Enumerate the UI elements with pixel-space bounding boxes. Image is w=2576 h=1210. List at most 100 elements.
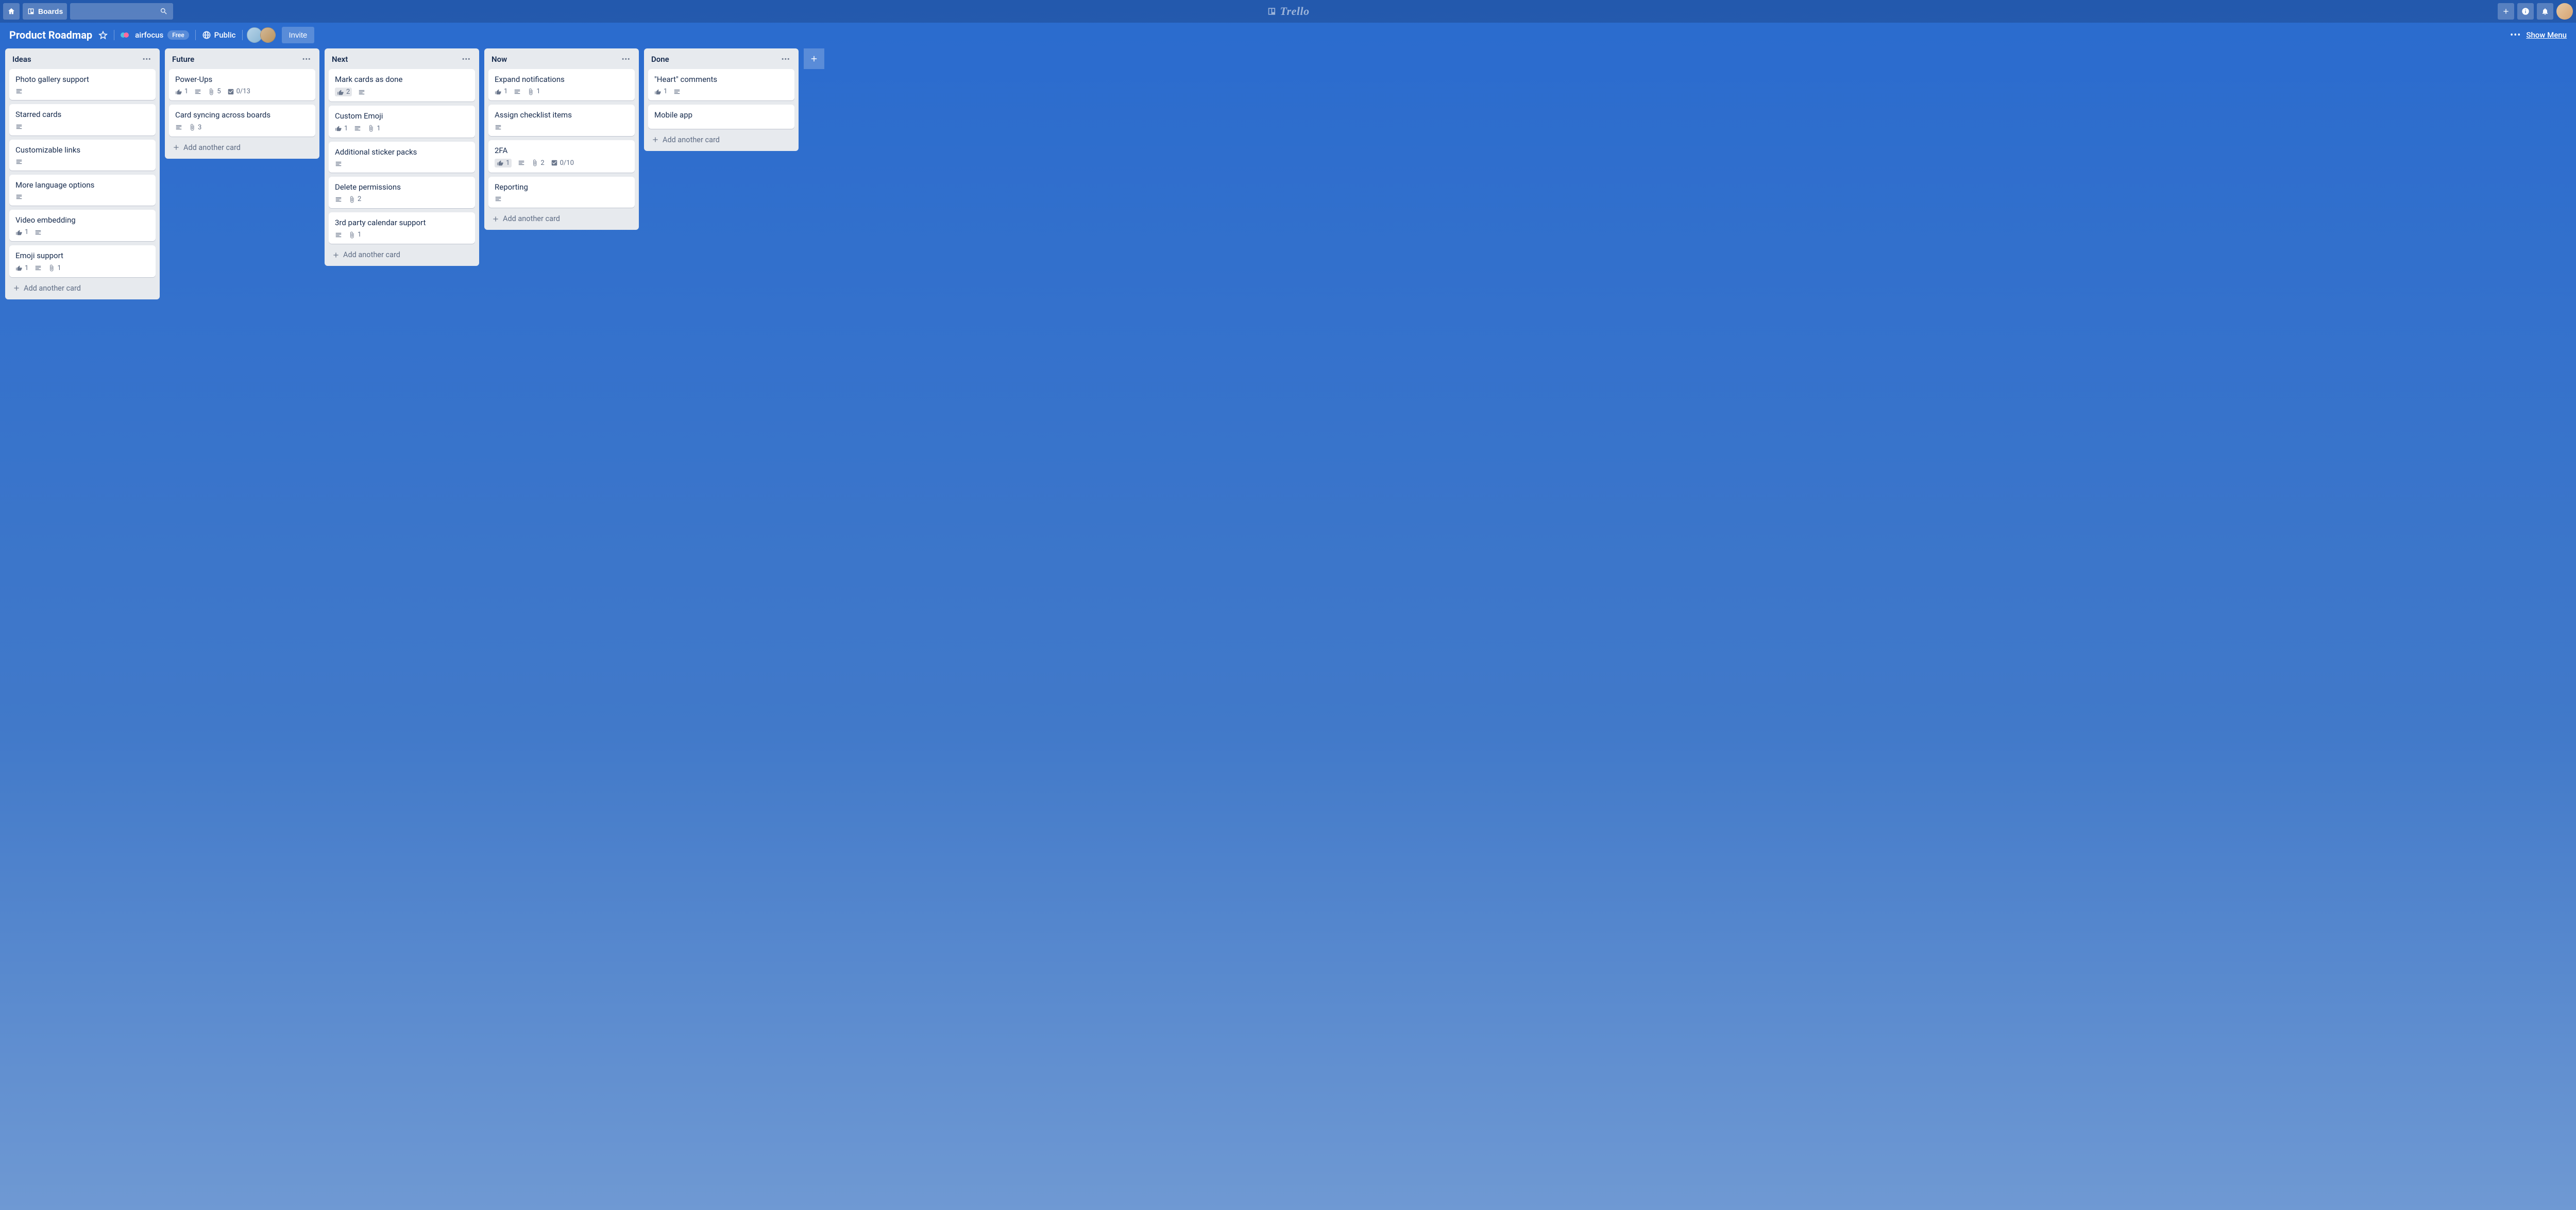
list-header: Next ••• xyxy=(329,53,475,65)
card-title: Delete permissions xyxy=(335,182,469,192)
card[interactable]: Customizable links xyxy=(9,140,156,171)
add-card-button[interactable]: Add another card xyxy=(488,212,635,226)
card-title: More language options xyxy=(15,180,149,190)
thumbs-up-icon xyxy=(337,89,344,96)
attachment-badge: 5 xyxy=(208,88,221,95)
card[interactable]: Delete permissions 2 xyxy=(329,177,475,208)
list-menu-button[interactable]: ••• xyxy=(141,54,152,65)
add-card-button[interactable]: Add another card xyxy=(169,141,315,155)
card-badges: 1 xyxy=(654,88,788,95)
attachment-badge: 2 xyxy=(531,159,544,167)
list-title[interactable]: Now xyxy=(492,55,507,64)
description-badge xyxy=(495,195,502,203)
list-menu-button[interactable]: ••• xyxy=(461,54,472,65)
list-title[interactable]: Ideas xyxy=(12,55,31,64)
card[interactable]: Custom Emoji11 xyxy=(329,106,475,137)
notifications-button[interactable] xyxy=(2537,3,2553,20)
visibility-button[interactable]: Public xyxy=(202,30,236,40)
divider xyxy=(242,30,243,40)
list: Done ••• "Heart" comments1 Mobile app Add a… xyxy=(644,48,799,151)
info-icon xyxy=(2521,7,2530,15)
add-list-button[interactable] xyxy=(804,48,824,69)
card[interactable]: Emoji support11 xyxy=(9,245,156,277)
card[interactable]: Mobile app xyxy=(648,105,794,128)
create-button[interactable] xyxy=(2498,3,2514,20)
card[interactable]: Power-Ups150/13 xyxy=(169,69,315,100)
description-icon xyxy=(15,158,23,165)
boards-label: Boards xyxy=(38,7,63,15)
board-canvas: Ideas ••• Photo gallery support Starred ca… xyxy=(0,47,2576,1210)
list: Ideas ••• Photo gallery support Starred ca… xyxy=(5,48,160,299)
card[interactable]: 2FA120/10 xyxy=(488,140,635,173)
card[interactable]: "Heart" comments1 xyxy=(648,69,794,100)
invite-button[interactable]: Invite xyxy=(282,27,315,43)
home-button[interactable] xyxy=(3,3,20,20)
board-title[interactable]: Product Roadmap xyxy=(9,29,92,41)
description-icon xyxy=(15,123,23,130)
card-title: Additional sticker packs xyxy=(335,147,469,157)
list-menu-button[interactable]: ••• xyxy=(620,54,632,65)
description-icon xyxy=(15,88,23,95)
card[interactable]: Additional sticker packs xyxy=(329,142,475,173)
board-header: Product Roadmap airfocus Free Public Inv… xyxy=(0,23,2576,47)
plan-badge: Free xyxy=(167,30,189,40)
team-logo xyxy=(121,32,131,38)
show-menu-button[interactable]: Show Menu xyxy=(2526,30,2567,40)
info-button[interactable] xyxy=(2517,3,2534,20)
card[interactable]: Mark cards as done2 xyxy=(329,69,475,102)
list-title[interactable]: Future xyxy=(172,55,194,64)
checklist-icon xyxy=(227,88,234,95)
attachment-icon xyxy=(189,124,196,131)
votes-badge: 1 xyxy=(495,88,507,95)
header-bar: Boards Trello xyxy=(0,0,2576,23)
votes-badge: 2 xyxy=(335,88,352,96)
thumbs-up-icon xyxy=(497,159,504,166)
card[interactable]: Expand notifications11 xyxy=(488,69,635,100)
add-card-label: Add another card xyxy=(24,284,81,293)
ellipsis-icon[interactable]: ••• xyxy=(2510,30,2521,41)
add-card-button[interactable]: Add another card xyxy=(329,248,475,262)
board-members[interactable] xyxy=(249,27,276,43)
card-badges: 11 xyxy=(15,264,149,272)
search-input[interactable] xyxy=(70,3,173,20)
description-icon xyxy=(673,88,681,95)
member-avatar[interactable] xyxy=(260,27,276,43)
card-title: Card syncing across boards xyxy=(175,110,309,120)
card-badges: 2 xyxy=(335,88,469,96)
list-title[interactable]: Next xyxy=(332,55,348,64)
card[interactable]: Reporting xyxy=(488,177,635,208)
list-header: Future ••• xyxy=(169,53,315,65)
card[interactable]: Photo gallery support xyxy=(9,69,156,100)
list-menu-button[interactable]: ••• xyxy=(301,54,312,65)
boards-button[interactable]: Boards xyxy=(23,3,67,20)
description-badge xyxy=(673,88,681,95)
checklist-badge: 0/10 xyxy=(551,159,574,167)
board-icon xyxy=(1266,6,1277,16)
description-icon xyxy=(495,195,502,203)
description-badge xyxy=(335,160,342,167)
attachment-badge: 2 xyxy=(348,195,361,203)
list: Future ••• Power-Ups150/13 Card syncing ac… xyxy=(165,48,319,159)
card[interactable]: 3rd party calendar support1 xyxy=(329,212,475,244)
list-menu-button[interactable]: ••• xyxy=(780,54,791,65)
description-icon xyxy=(35,264,42,272)
list-title[interactable]: Done xyxy=(651,55,669,64)
card[interactable]: Assign checklist items xyxy=(488,105,635,136)
add-card-button[interactable]: Add another card xyxy=(648,133,794,147)
card[interactable]: Card syncing across boards3 xyxy=(169,105,315,136)
card[interactable]: More language options xyxy=(9,175,156,206)
user-avatar[interactable] xyxy=(2556,3,2573,20)
description-icon xyxy=(518,159,525,166)
description-icon xyxy=(358,89,365,96)
thumbs-up-icon xyxy=(335,125,342,132)
thumbs-up-icon xyxy=(175,88,182,95)
card-title: 3rd party calendar support xyxy=(335,217,469,228)
add-card-button[interactable]: Add another card xyxy=(9,281,156,295)
card[interactable]: Video embedding1 xyxy=(9,210,156,241)
star-icon[interactable] xyxy=(98,30,108,40)
plus-icon xyxy=(172,143,180,152)
app-logo: Trello xyxy=(1266,5,1309,18)
team-link[interactable]: airfocus Free xyxy=(121,30,189,40)
card-badges xyxy=(15,158,149,165)
card[interactable]: Starred cards xyxy=(9,104,156,135)
